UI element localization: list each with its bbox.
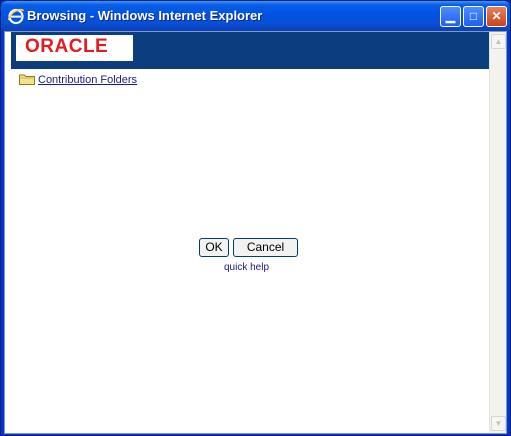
page-content: ORACLE Contribution Folders OK Cancel qu… <box>4 31 507 434</box>
browser-window: Browsing - Windows Internet Explorer ▁ □… <box>0 0 511 436</box>
window-title: Browsing - Windows Internet Explorer <box>27 8 263 23</box>
scroll-up-button[interactable]: ▲ <box>491 34 506 49</box>
logo-text: ORACLE <box>25 36 109 57</box>
maximize-button[interactable]: □ <box>463 6 484 27</box>
ok-button[interactable]: OK <box>199 238 229 257</box>
contribution-folders-link[interactable]: Contribution Folders <box>38 74 137 86</box>
minimize-button[interactable]: ▁ <box>440 6 461 27</box>
internet-explorer-icon <box>7 8 25 25</box>
title-bar[interactable]: Browsing - Windows Internet Explorer ▁ □… <box>1 1 510 31</box>
folder-icon <box>19 74 35 85</box>
oracle-logo: ORACLE <box>16 35 133 61</box>
scroll-down-button[interactable]: ▼ <box>491 416 506 431</box>
vertical-scrollbar[interactable]: ▲ ▼ <box>489 32 506 433</box>
header-banner: ORACLE <box>11 32 491 69</box>
quick-help-link[interactable]: quick help <box>224 262 269 273</box>
cancel-button[interactable]: Cancel <box>233 238 298 257</box>
close-button[interactable]: ✕ <box>486 6 507 27</box>
